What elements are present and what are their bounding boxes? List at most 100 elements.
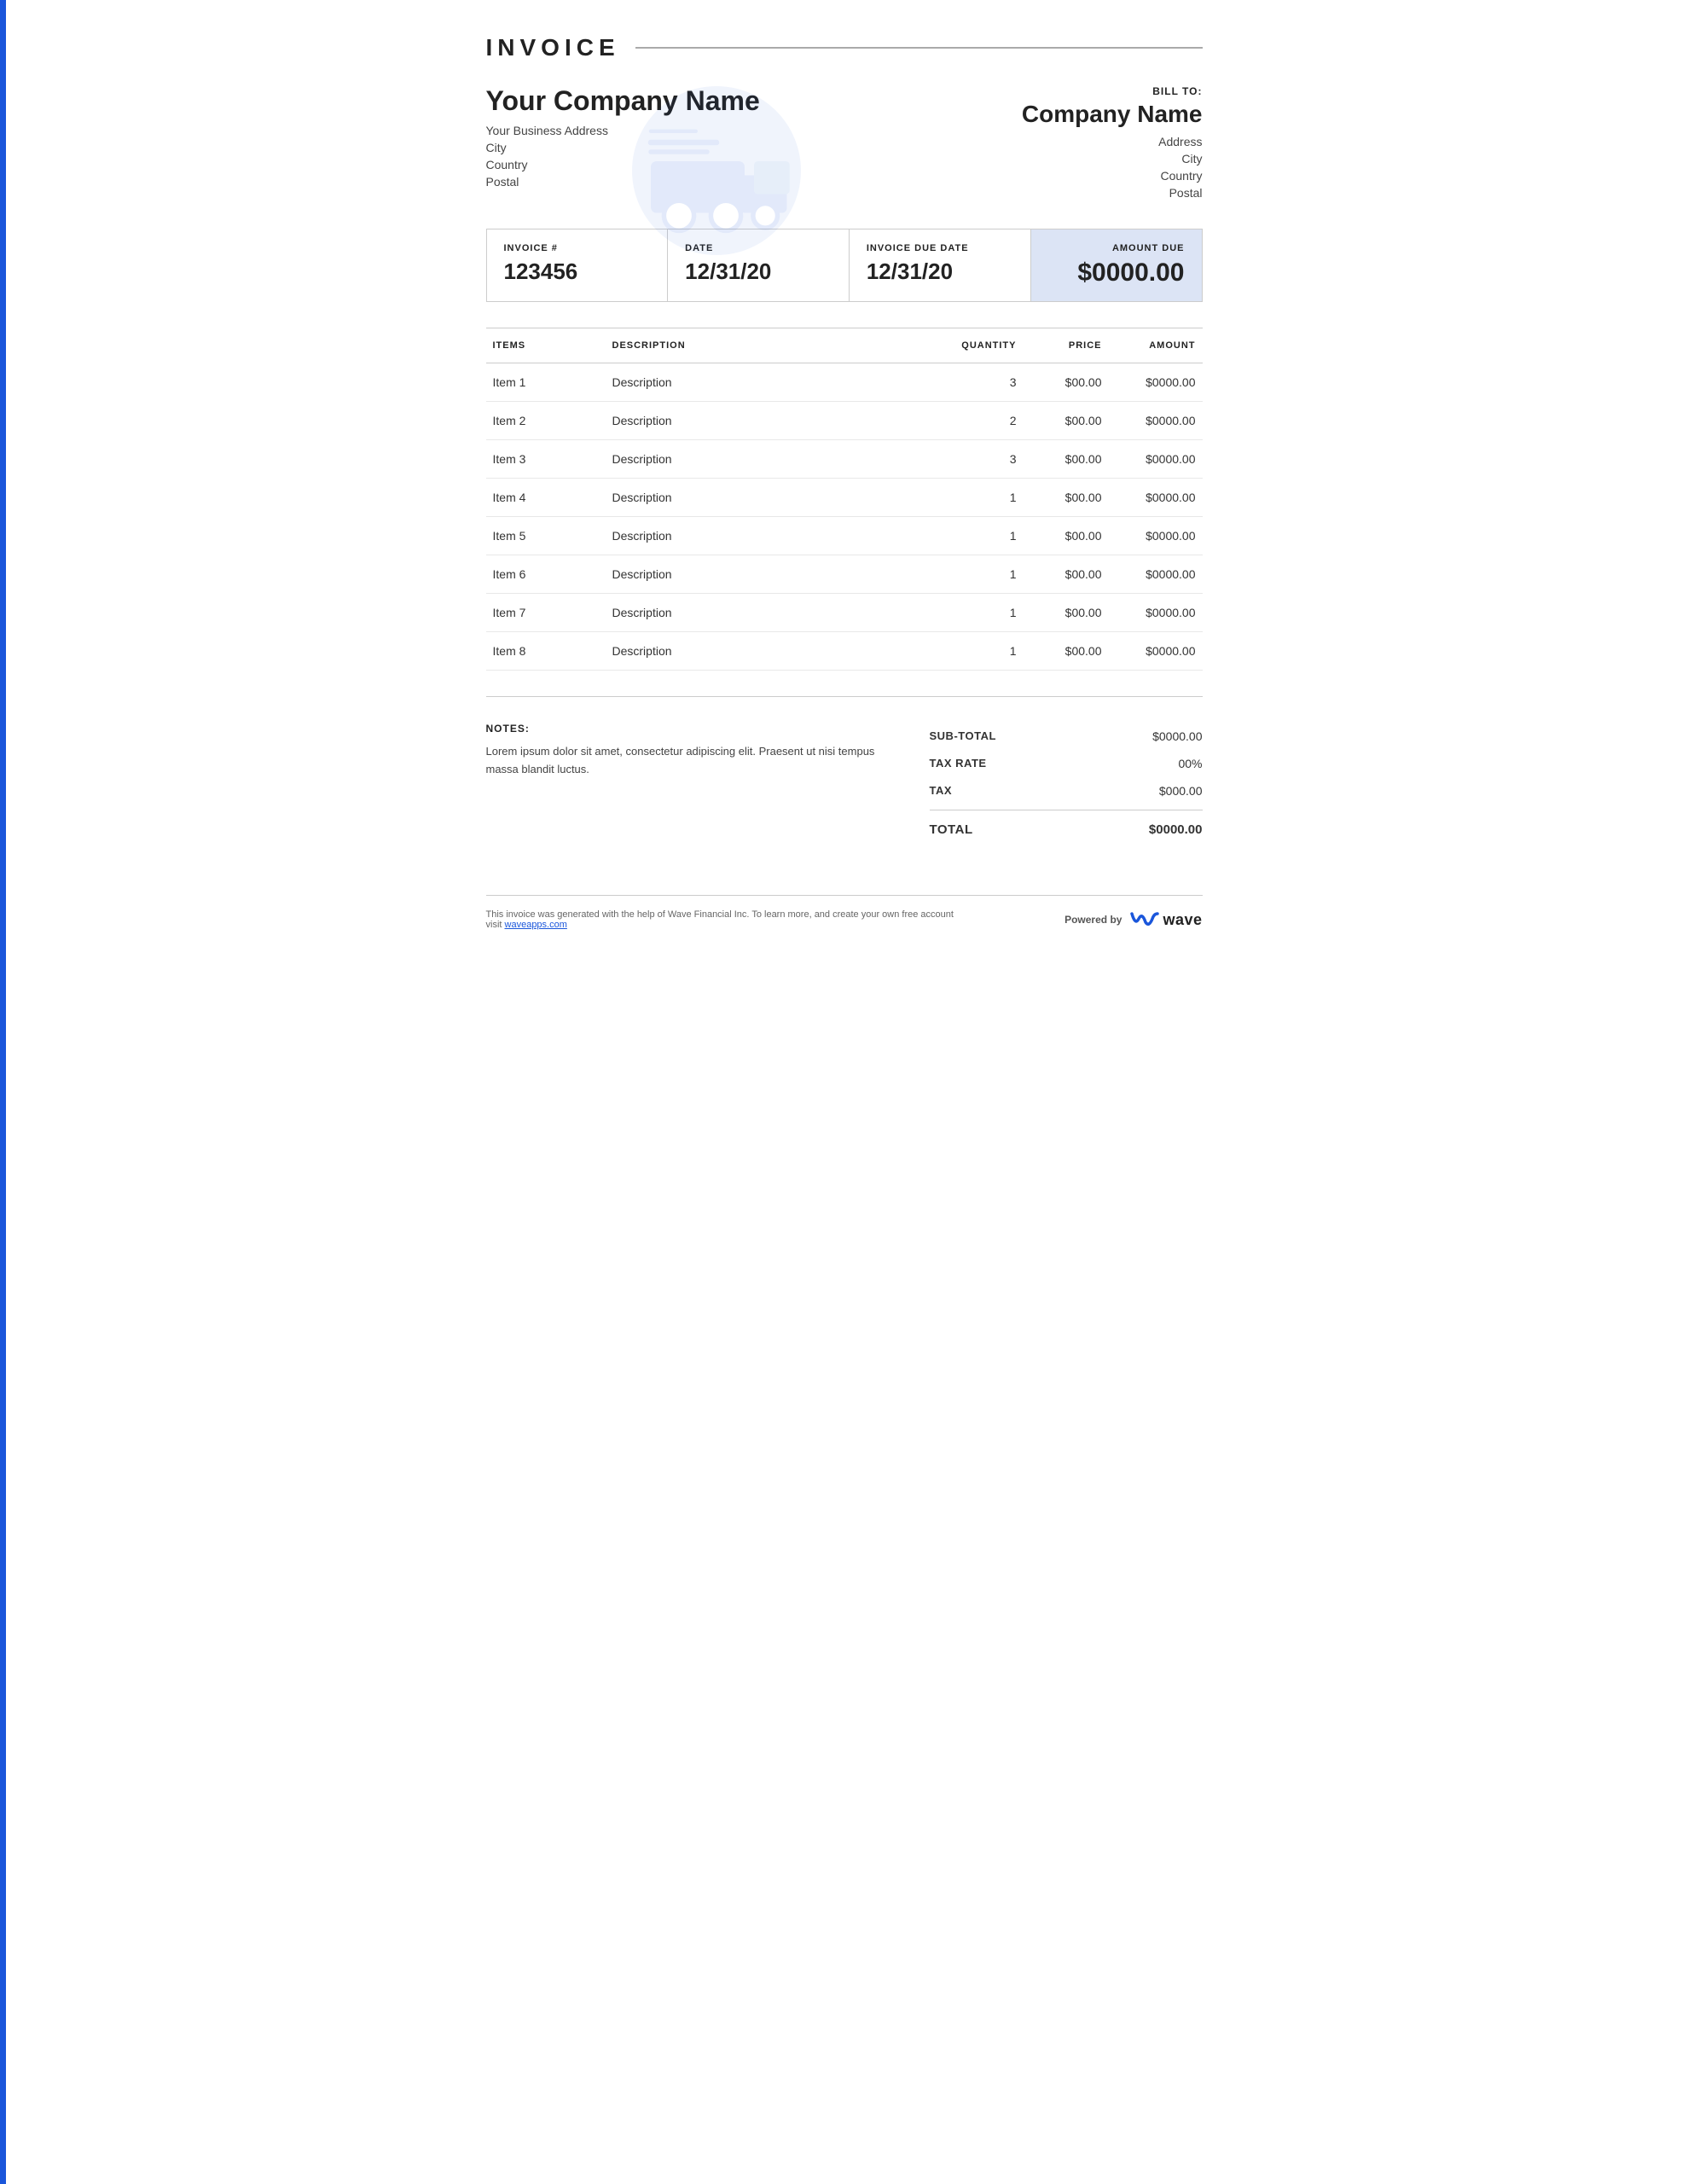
table-row: Item 8 Description 1 $00.00 $0000.00 <box>486 632 1203 671</box>
item-amount: $0000.00 <box>1109 363 1203 402</box>
powered-by-label: Powered by <box>1064 914 1122 926</box>
bill-to-company-name: Company Name <box>1015 101 1203 128</box>
company-name: Your Company Name <box>486 85 1015 117</box>
footer-section: NOTES: Lorem ipsum dolor sit amet, conse… <box>486 723 1203 844</box>
total-value: $0000.00 <box>1149 822 1203 837</box>
item-description: Description <box>606 402 938 440</box>
item-quantity: 3 <box>938 363 1024 402</box>
footer-text: This invoice was generated with the help… <box>486 909 964 930</box>
subtotal-label: SUB-TOTAL <box>930 729 996 743</box>
item-name: Item 8 <box>486 632 606 671</box>
invoice-date-cell: DATE 12/31/20 <box>668 229 850 301</box>
tax-row: TAX $000.00 <box>930 777 1203 804</box>
invoice-meta-left: INVOICE # 123456 DATE 12/31/20 INVOICE D… <box>487 229 1031 301</box>
accent-bar <box>0 0 6 2184</box>
invoice-date-label: DATE <box>685 243 832 253</box>
col-header-items: ITEMS <box>486 328 606 363</box>
wave-text: wave <box>1163 911 1202 929</box>
item-amount: $0000.00 <box>1109 517 1203 555</box>
powered-by: Powered by wave <box>1064 910 1202 929</box>
notes-text: Lorem ipsum dolor sit amet, consectetur … <box>486 743 896 779</box>
tax-rate-label: TAX RATE <box>930 757 987 770</box>
item-amount: $0000.00 <box>1109 402 1203 440</box>
item-price: $00.00 <box>1024 594 1109 632</box>
amount-due-value: $0000.00 <box>1048 258 1185 288</box>
bottom-footer: This invoice was generated with the help… <box>486 895 1203 930</box>
items-table: ITEMS DESCRIPTION QUANTITY PRICE AMOUNT … <box>486 328 1203 671</box>
tax-label: TAX <box>930 784 953 798</box>
table-row: Item 5 Description 1 $00.00 $0000.00 <box>486 517 1203 555</box>
wave-icon <box>1128 910 1159 929</box>
title-divider <box>635 47 1203 49</box>
table-row: Item 1 Description 3 $00.00 $0000.00 <box>486 363 1203 402</box>
item-description: Description <box>606 517 938 555</box>
amount-due-label: AMOUNT DUE <box>1048 243 1185 253</box>
bill-to-section: BILL TO: Company Name Address City Count… <box>1015 85 1203 203</box>
notes-area: NOTES: Lorem ipsum dolor sit amet, conse… <box>486 723 930 779</box>
table-row: Item 3 Description 3 $00.00 $0000.00 <box>486 440 1203 479</box>
item-quantity: 1 <box>938 594 1024 632</box>
company-postal: Postal <box>486 175 1015 189</box>
col-header-description: DESCRIPTION <box>606 328 938 363</box>
item-amount: $0000.00 <box>1109 632 1203 671</box>
item-amount: $0000.00 <box>1109 555 1203 594</box>
item-price: $00.00 <box>1024 517 1109 555</box>
item-quantity: 1 <box>938 479 1024 517</box>
col-header-price: PRICE <box>1024 328 1109 363</box>
company-address: Your Business Address <box>486 124 1015 137</box>
total-label: TOTAL <box>930 822 973 837</box>
col-header-amount: AMOUNT <box>1109 328 1203 363</box>
company-country: Country <box>486 158 1015 171</box>
item-description: Description <box>606 440 938 479</box>
item-description: Description <box>606 594 938 632</box>
invoice-title-row: INVOICE <box>486 34 1203 61</box>
item-name: Item 5 <box>486 517 606 555</box>
invoice-meta-wrapper: INVOICE # 123456 DATE 12/31/20 INVOICE D… <box>486 229 1203 302</box>
tax-rate-row: TAX RATE 00% <box>930 750 1203 777</box>
item-description: Description <box>606 632 938 671</box>
item-amount: $0000.00 <box>1109 440 1203 479</box>
item-quantity: 1 <box>938 517 1024 555</box>
item-quantity: 1 <box>938 632 1024 671</box>
bill-to-address: Address <box>1015 135 1203 148</box>
item-name: Item 7 <box>486 594 606 632</box>
company-left: Your Company Name Your Business Address … <box>486 85 1015 192</box>
item-quantity: 1 <box>938 555 1024 594</box>
item-description: Description <box>606 363 938 402</box>
invoice-number-cell: INVOICE # 123456 <box>487 229 669 301</box>
wave-logo: wave <box>1128 910 1202 929</box>
item-description: Description <box>606 479 938 517</box>
invoice-due-date-label: INVOICE DUE DATE <box>867 243 1013 253</box>
total-row: TOTAL $0000.00 <box>930 816 1203 844</box>
subtotal-row: SUB-TOTAL $0000.00 <box>930 723 1203 750</box>
item-name: Item 2 <box>486 402 606 440</box>
item-amount: $0000.00 <box>1109 594 1203 632</box>
bill-to-postal: Postal <box>1015 186 1203 200</box>
item-price: $00.00 <box>1024 402 1109 440</box>
subtotal-value: $0000.00 <box>1152 729 1202 743</box>
notes-label: NOTES: <box>486 723 896 735</box>
item-description: Description <box>606 555 938 594</box>
item-price: $00.00 <box>1024 440 1109 479</box>
bill-to-country: Country <box>1015 169 1203 183</box>
item-name: Item 1 <box>486 363 606 402</box>
invoice-title: INVOICE <box>486 34 620 61</box>
item-name: Item 3 <box>486 440 606 479</box>
item-name: Item 6 <box>486 555 606 594</box>
section-divider <box>486 696 1203 697</box>
invoice-amount-due-cell: AMOUNT DUE $0000.00 <box>1031 229 1202 301</box>
invoice-due-date-value: 12/31/20 <box>867 258 1013 285</box>
totals-area: SUB-TOTAL $0000.00 TAX RATE 00% TAX $000… <box>930 723 1203 844</box>
invoice-number-label: INVOICE # <box>504 243 651 253</box>
item-amount: $0000.00 <box>1109 479 1203 517</box>
footer-link[interactable]: waveapps.com <box>505 920 567 930</box>
table-row: Item 4 Description 1 $00.00 $0000.00 <box>486 479 1203 517</box>
tax-rate-value: 00% <box>1178 757 1202 770</box>
bill-to-city: City <box>1015 152 1203 166</box>
col-header-quantity: QUANTITY <box>938 328 1024 363</box>
table-header-row: ITEMS DESCRIPTION QUANTITY PRICE AMOUNT <box>486 328 1203 363</box>
table-row: Item 2 Description 2 $00.00 $0000.00 <box>486 402 1203 440</box>
item-quantity: 3 <box>938 440 1024 479</box>
item-price: $00.00 <box>1024 632 1109 671</box>
invoice-number-value: 123456 <box>504 258 651 285</box>
